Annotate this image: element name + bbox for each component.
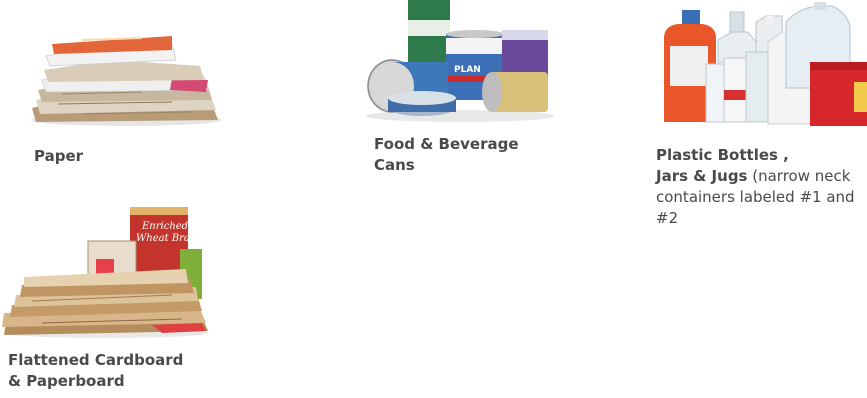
cardboard-label: Flattened Cardboard & Paperboard xyxy=(8,350,183,392)
cans-label-line-2: Cans xyxy=(374,156,415,174)
cans-label: Food & Beverage Cans xyxy=(374,134,519,176)
cereal-box-text-2: Wheat Bran xyxy=(136,233,196,244)
plastic-label-line-2-bold: Jars & Jugs xyxy=(656,167,748,185)
plastic-bottles-icon xyxy=(658,2,867,130)
plastic-label: Plastic Bottles , Jars & Jugs (narrow ne… xyxy=(656,145,855,229)
paper-label-line-1: Paper xyxy=(34,147,84,165)
recycling-guide: Paper PLAN Food & Beverage Cans Plastic … xyxy=(0,0,867,398)
plastic-label-line-1: Plastic Bottles , xyxy=(656,146,789,164)
cardboard-icon: Enriched Wheat Bran xyxy=(2,205,212,339)
cardboard-label-line-1: Flattened Cardboard xyxy=(8,351,184,369)
cans-label-line-1: Food & Beverage xyxy=(374,135,519,153)
paper-pile-icon xyxy=(22,30,226,128)
cardboard-label-line-2: & Paperboard xyxy=(8,372,125,390)
paper-label: Paper xyxy=(34,146,83,167)
plastic-label-line-3: containers labeled #1 and xyxy=(656,188,855,206)
cans-icon: PLAN xyxy=(360,0,565,124)
can-label-text: PLAN xyxy=(454,65,481,75)
plastic-label-line-4: #2 xyxy=(656,209,679,227)
cereal-box-text-1: Enriched xyxy=(141,221,188,232)
plastic-label-line-2-rest: (narrow neck xyxy=(747,167,851,185)
plastic-label-line-2: Jars & Jugs (narrow neck xyxy=(656,166,855,187)
